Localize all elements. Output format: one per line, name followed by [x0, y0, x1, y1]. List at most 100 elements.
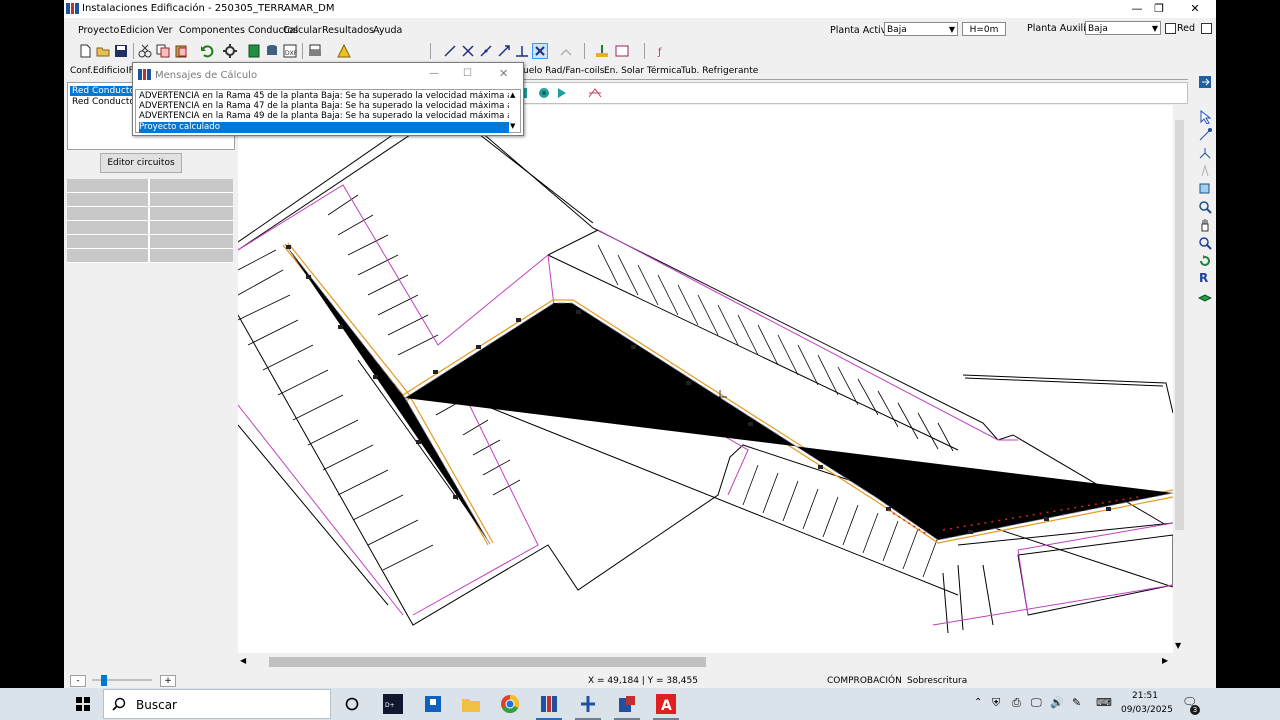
menu-calcular[interactable]: Calcular [283, 25, 322, 36]
clock-date[interactable]: 09/03/2025 [1121, 705, 1173, 715]
calc-green-icon[interactable] [246, 43, 262, 59]
tab-conf-edificio[interactable]: Conf.Edificio [70, 66, 125, 76]
extra-checkbox[interactable] [1201, 23, 1212, 34]
zoom-slider-thumb[interactable] [101, 675, 107, 686]
height-field[interactable]: H=0m [962, 22, 1006, 36]
shield-icon[interactable]: ⛨ [992, 696, 1000, 710]
calc-app-icon[interactable] [617, 694, 637, 717]
database-icon[interactable] [264, 43, 280, 59]
floor-icon[interactable] [594, 43, 610, 59]
redraw-r-icon[interactable]: R [1199, 271, 1208, 285]
cut-icon[interactable] [137, 43, 153, 59]
paste-icon[interactable] [173, 43, 189, 59]
keyboard-icon[interactable]: ⌨ [1096, 696, 1112, 709]
cross-tool-icon[interactable] [460, 43, 476, 59]
menu-componentes-conductos[interactable]: Componentes Conductos [179, 25, 298, 36]
tab-solar-termica[interactable]: En. Solar Térmica [604, 66, 682, 76]
export-icon[interactable] [1197, 74, 1213, 93]
warning-icon[interactable] [336, 43, 352, 59]
app-blue-icon[interactable] [423, 694, 443, 717]
menu-ayuda[interactable]: Ayuda [373, 25, 402, 36]
pan-hand-icon[interactable] [1198, 218, 1212, 235]
red-checkbox[interactable] [1165, 23, 1176, 34]
drawing-canvas[interactable] [237, 104, 1174, 653]
zoom-icon[interactable] [1198, 236, 1212, 253]
vertical-scroll-thumb[interactable] [1175, 120, 1184, 530]
circuit-item-selected[interactable]: Red Conductos [70, 86, 142, 96]
tab-tub-refrigerante[interactable]: Tub. Refrigerante [681, 66, 758, 76]
settings-icon[interactable] [222, 43, 238, 59]
menu-resultados[interactable]: Resultados [322, 25, 374, 36]
window-view-icon[interactable] [614, 43, 630, 59]
layers-icon[interactable] [1197, 290, 1213, 307]
cortana-icon[interactable] [345, 697, 359, 714]
refresh-icon[interactable] [1198, 254, 1212, 271]
arrow-tool-icon[interactable] [496, 43, 512, 59]
undo-icon[interactable] [199, 43, 215, 59]
menu-proyecto[interactable]: Proyecto [78, 25, 119, 36]
calc-messages-dialog: Mensajes de Cálculo — ☐ ✕ ADVERTENCIA en… [132, 62, 524, 136]
zoom-window-icon[interactable] [1198, 182, 1212, 199]
restore-icon[interactable]: ❐ [1144, 1, 1174, 17]
usb-icon[interactable]: ⎙ [1012, 696, 1021, 710]
volume-icon[interactable]: 🔊 [1050, 696, 1064, 709]
node-tool-icon[interactable] [1198, 128, 1212, 145]
message-item-selected[interactable]: Proyecto calculado [139, 122, 509, 133]
scroll-right-icon[interactable]: ▶ [1162, 656, 1168, 665]
scroll-down-icon[interactable]: ▼ [1175, 641, 1181, 650]
dialog-close-icon[interactable]: ✕ [499, 67, 508, 80]
tab-suelo-radiante[interactable]: uelo Rad/Fan-coils [523, 66, 604, 76]
zoom-in-icon[interactable] [1198, 200, 1212, 217]
pointer-icon[interactable] [1198, 109, 1212, 127]
circle-target-icon[interactable] [537, 86, 551, 103]
menu-edicion[interactable]: Edicion [120, 25, 154, 36]
menu-ver[interactable]: Ver [157, 25, 173, 36]
editor-circuitos-button[interactable]: Editor circuitos [100, 153, 182, 173]
clock-time[interactable]: 21:51 [1132, 691, 1158, 701]
planta-activa-select[interactable]: Baja ▼ [884, 22, 958, 36]
windows-start-icon[interactable] [76, 697, 90, 714]
dxf-icon[interactable]: DXF [282, 43, 298, 59]
dialog-minimize-icon[interactable]: — [429, 68, 439, 79]
open-folder-icon[interactable] [95, 43, 111, 59]
file-explorer-icon[interactable] [461, 695, 481, 716]
main-toolbar: DXF ƒ [74, 41, 714, 61]
network-icon[interactable]: 🖵 [1031, 696, 1042, 710]
horizontal-scroll-thumb[interactable] [269, 657, 706, 667]
list-scroll-up-icon[interactable]: ▲ [510, 91, 515, 99]
dialog-maximize-icon[interactable]: ☐ [463, 68, 472, 79]
messages-list[interactable]: ADVERTENCIA en la Rama 45 de la planta B… [135, 89, 521, 133]
play-icon[interactable] [555, 86, 569, 103]
scroll-left-icon[interactable]: ◀ [240, 656, 246, 665]
perpendicular-tool-icon[interactable] [514, 43, 530, 59]
autocad-icon[interactable]: A [656, 694, 676, 717]
tray-chevron-icon[interactable]: ⌃ [974, 697, 982, 708]
pen-icon[interactable]: ✎ [1072, 696, 1081, 709]
close-icon[interactable]: ✕ [1180, 1, 1210, 17]
save-icon[interactable] [113, 43, 129, 59]
message-item[interactable]: ADVERTENCIA en la Rama 49 de la planta B… [139, 111, 509, 122]
zoom-in-button[interactable]: + [160, 675, 176, 687]
dialog-header: Mensajes de Cálculo — ☐ ✕ [133, 63, 523, 87]
disney-app-icon[interactable]: D+ [383, 694, 403, 717]
line-tool-icon[interactable] [442, 43, 458, 59]
chevron-down-icon: ▼ [1151, 24, 1158, 33]
list-scroll-down-icon[interactable]: ▼ [510, 122, 515, 130]
circuit-item[interactable]: Red Conductos [70, 97, 142, 107]
planta-activa-label: Planta Activa [830, 25, 893, 36]
zoom-out-button[interactable]: - [70, 675, 86, 687]
taskbar-search-box[interactable]: Buscar [103, 689, 331, 719]
branch-tool-icon[interactable] [1198, 146, 1212, 163]
instalaciones-app-icon[interactable] [539, 694, 559, 717]
network-app-icon[interactable] [578, 694, 598, 717]
symbol-tool-icon[interactable]: ƒ [656, 43, 672, 59]
chrome-icon[interactable] [500, 694, 520, 717]
delete-tool-icon[interactable] [532, 43, 548, 59]
new-file-icon[interactable] [77, 43, 93, 59]
planta-auxiliar-select[interactable]: Baja ▼ [1085, 21, 1161, 35]
record-icon[interactable] [523, 86, 535, 103]
diagonal-tool-icon[interactable] [478, 43, 494, 59]
copy-icon[interactable] [155, 43, 171, 59]
duct-symbol-icon[interactable] [587, 85, 603, 104]
print-icon[interactable] [307, 43, 323, 59]
